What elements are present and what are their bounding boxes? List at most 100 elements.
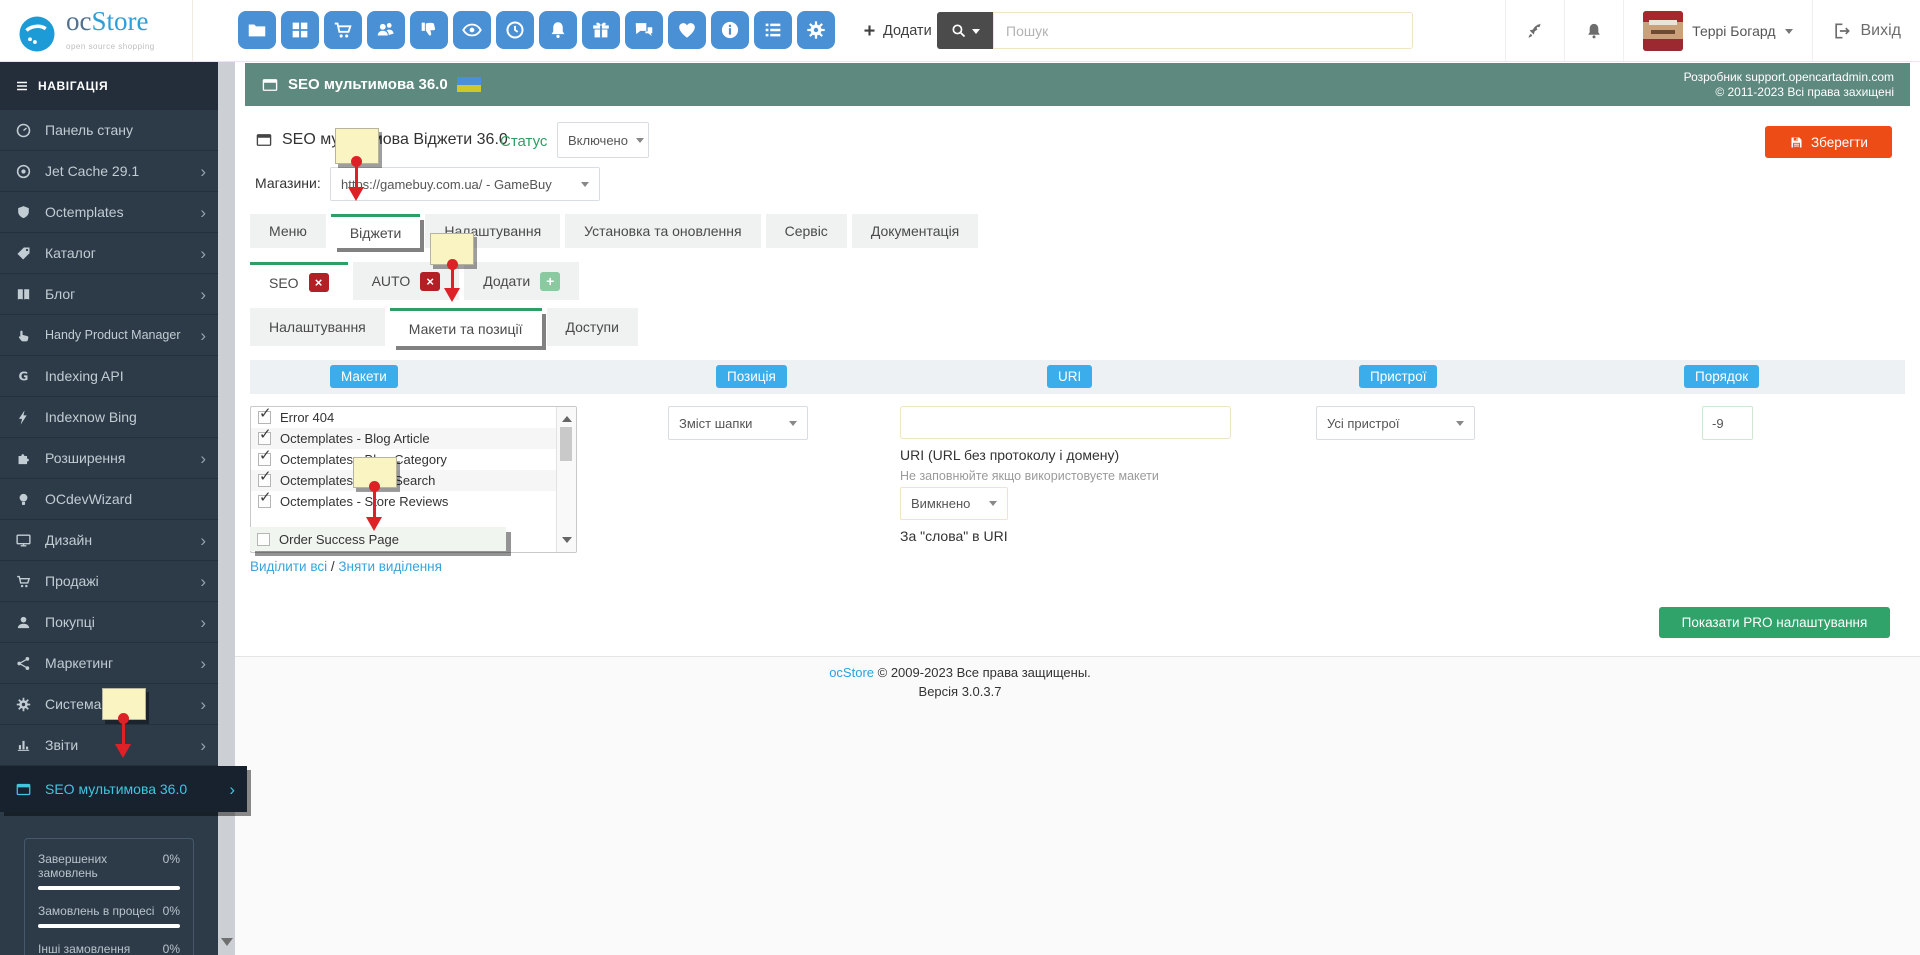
sidebar-item[interactable]: Octemplates › bbox=[0, 192, 218, 233]
window-icon bbox=[261, 76, 279, 94]
uri-mode-select[interactable]: Вимкнено bbox=[900, 487, 1008, 520]
notifications-button[interactable] bbox=[1564, 0, 1623, 61]
list-item[interactable]: ✓ Octemplates - Blog Category bbox=[251, 447, 576, 470]
checkbox-checked[interactable]: ✓ bbox=[258, 489, 272, 508]
checkbox-checked[interactable]: ✓ bbox=[258, 405, 272, 424]
checkbox-unchecked[interactable] bbox=[257, 532, 270, 546]
sidebar-item-label: Indexing API bbox=[45, 368, 124, 384]
chevron-down-icon bbox=[989, 501, 997, 510]
list-item[interactable]: ✓ Error 404 bbox=[251, 405, 576, 428]
select-all-link[interactable]: Виділити всі bbox=[250, 559, 327, 574]
tab-widget-add[interactable]: Додати + bbox=[464, 262, 580, 300]
customers-button[interactable] bbox=[367, 11, 405, 49]
heart-button[interactable] bbox=[668, 11, 706, 49]
add-button[interactable]: Додати bbox=[862, 0, 932, 61]
gift-button[interactable] bbox=[582, 11, 620, 49]
deselect-all-link[interactable]: Зняти виділення bbox=[338, 559, 442, 574]
checkbox-checked[interactable]: ✓ bbox=[258, 426, 272, 445]
bulb-icon bbox=[15, 491, 32, 508]
list-item[interactable]: ✓ Octemplates - Blog Search bbox=[251, 468, 576, 491]
chevron-right-icon: › bbox=[200, 448, 206, 468]
checkbox-checked[interactable]: ✓ bbox=[258, 447, 272, 466]
sidebar-item[interactable]: Продажі › bbox=[0, 561, 218, 602]
devices-select[interactable]: Усі пристрої bbox=[1316, 406, 1475, 440]
cart-icon bbox=[332, 19, 354, 41]
scroll-down-icon[interactable] bbox=[221, 938, 233, 952]
status-select[interactable]: Включено bbox=[557, 122, 649, 158]
sidebar-item[interactable]: Handy Product Manager › bbox=[0, 315, 218, 356]
chart-icon bbox=[15, 737, 32, 754]
tab-widget-seo[interactable]: SEO × bbox=[250, 262, 348, 300]
column-order[interactable]: Порядок bbox=[1684, 365, 1760, 388]
cart-button[interactable] bbox=[324, 11, 362, 49]
folder-button[interactable] bbox=[238, 11, 276, 49]
list-button[interactable] bbox=[754, 11, 792, 49]
sidebar-item[interactable]: Розширення › bbox=[0, 438, 218, 479]
tab-layouts-positions[interactable]: Макети та позиції bbox=[389, 308, 542, 346]
bell-button[interactable] bbox=[539, 11, 577, 49]
tab-install-update[interactable]: Установка та оновлення bbox=[565, 214, 761, 248]
tab-widgets[interactable]: Віджети bbox=[330, 214, 421, 248]
stat-progress-bar bbox=[38, 924, 180, 928]
rocket-button[interactable] bbox=[1505, 0, 1564, 61]
ocstore-logo[interactable]: ocStore open source shopping bbox=[16, 8, 155, 60]
listbox-scrollbar[interactable] bbox=[556, 407, 576, 552]
scrollbar-thumb[interactable] bbox=[560, 427, 572, 461]
clock-button[interactable] bbox=[496, 11, 534, 49]
scroll-down-icon[interactable] bbox=[562, 537, 572, 548]
tab-menu[interactable]: Меню bbox=[250, 214, 326, 248]
close-icon[interactable]: × bbox=[420, 271, 441, 291]
widget-tabs: SEO × AUTO × Додати + bbox=[250, 262, 580, 300]
modules-grid-button[interactable] bbox=[281, 11, 319, 49]
sidebar-item[interactable]: Панель стану bbox=[0, 110, 218, 151]
hamburger-icon[interactable] bbox=[15, 79, 29, 93]
position-select[interactable]: Зміст шапки bbox=[668, 406, 808, 440]
column-devices[interactable]: Пристрої bbox=[1359, 365, 1438, 388]
user-menu[interactable]: Террі Богард bbox=[1623, 0, 1811, 61]
sidebar-item[interactable]: OCdevWizard bbox=[0, 479, 218, 520]
app: ocStore open source shopping Додати Тер bbox=[0, 0, 1920, 955]
sidebar-item[interactable]: Jet Cache 29.1 › bbox=[0, 151, 218, 192]
sidebar-item[interactable]: Покупці › bbox=[0, 602, 218, 643]
info-button[interactable] bbox=[711, 11, 749, 49]
column-position[interactable]: Позиція bbox=[716, 365, 787, 388]
show-pro-settings-button[interactable]: Показати PRO налаштування bbox=[1659, 607, 1890, 638]
checkbox-checked[interactable]: ✓ bbox=[258, 468, 272, 487]
logout-button[interactable]: Вихід bbox=[1811, 0, 1920, 61]
comments-button[interactable] bbox=[625, 11, 663, 49]
sidebar-item-label: Маркетинг bbox=[45, 655, 114, 671]
tab-section-settings[interactable]: Налаштування bbox=[250, 308, 385, 346]
close-icon[interactable]: × bbox=[308, 273, 329, 292]
shield-icon bbox=[15, 204, 32, 221]
sidebar-item[interactable]: Звіти › bbox=[0, 725, 218, 766]
sidebar-item[interactable]: SEO мультимова 36.0 › bbox=[0, 766, 247, 812]
tab-documentation[interactable]: Документація bbox=[851, 214, 979, 248]
save-button[interactable]: Зберегти bbox=[1765, 126, 1892, 158]
chevron-right-icon: › bbox=[200, 284, 206, 304]
store-select[interactable]: https://gamebuy.com.ua/ - GameBuy bbox=[330, 167, 600, 201]
list-item[interactable]: ✓ Octemplates - Store Reviews bbox=[251, 489, 576, 512]
search-button[interactable] bbox=[937, 12, 993, 49]
sidebar-item[interactable]: Блог › bbox=[0, 274, 218, 315]
ocstore-link[interactable]: ocStore bbox=[829, 665, 874, 680]
search-input[interactable] bbox=[993, 12, 1413, 49]
tab-service[interactable]: Сервіс bbox=[765, 214, 847, 248]
column-layouts[interactable]: Макети bbox=[330, 365, 398, 388]
sidebar-item[interactable]: Indexing API bbox=[0, 356, 218, 397]
plus-icon[interactable]: + bbox=[540, 271, 561, 291]
gear-icon bbox=[15, 696, 32, 713]
tab-access[interactable]: Доступи bbox=[546, 308, 638, 346]
sidebar-item[interactable]: Каталог › bbox=[0, 233, 218, 274]
google-icon bbox=[15, 368, 32, 385]
sort-order-input[interactable] bbox=[1702, 406, 1753, 440]
eye-button[interactable] bbox=[453, 11, 491, 49]
sidebar-item[interactable]: Маркетинг › bbox=[0, 643, 218, 684]
column-uri[interactable]: URI bbox=[1047, 365, 1093, 388]
list-item[interactable]: ✓ Octemplates - Blog Article bbox=[251, 426, 576, 449]
uri-input[interactable] bbox=[900, 406, 1231, 439]
gear-button[interactable] bbox=[797, 11, 835, 49]
thumbs-down-button[interactable] bbox=[410, 11, 448, 49]
scroll-up-icon[interactable] bbox=[562, 411, 572, 422]
sidebar-item[interactable]: Дизайн › bbox=[0, 520, 218, 561]
sidebar-item[interactable]: Indexnow Bing bbox=[0, 397, 218, 438]
